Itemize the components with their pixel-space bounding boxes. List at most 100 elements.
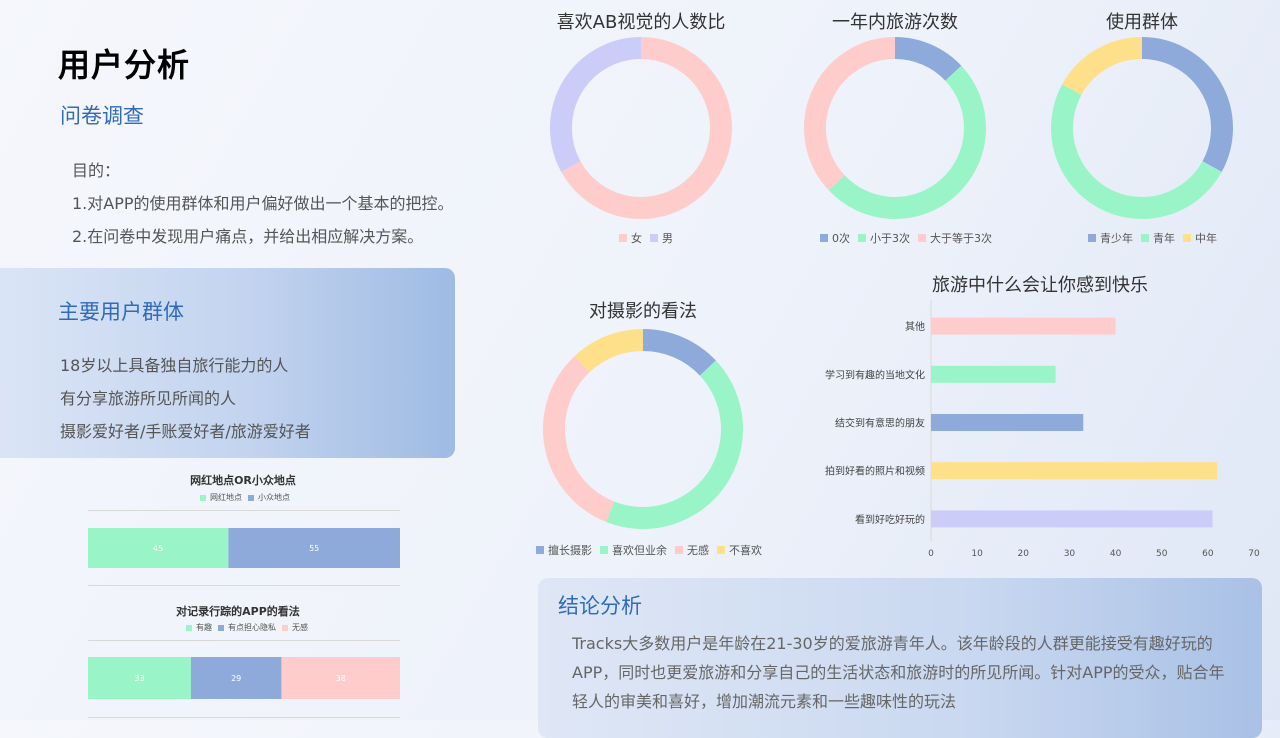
legend-label: 小众地点: [258, 493, 290, 502]
legend-item: 无感: [675, 542, 709, 558]
main-user-item: 摄影爱好者/手账爱好者/旅游爱好者: [60, 422, 311, 441]
donut-slice-青少年: [1141, 37, 1233, 172]
category-label: 其他: [905, 320, 925, 333]
donut-slice-不喜欢: [574, 329, 644, 373]
legend-swatch: [918, 234, 926, 242]
legend-swatch: [858, 234, 866, 242]
legend-label: 青少年: [1100, 232, 1133, 245]
legend-spots: 网红地点 小众地点: [200, 492, 290, 503]
legend-item: 0次: [820, 230, 850, 246]
goal-item: 2.在问卷中发现用户痛点，并给出相应解决方案。: [72, 227, 424, 246]
category-label: 学习到有趣的当地文化: [825, 368, 925, 381]
conclusion-line: APP，同时也更爱旅游和分享自己的生活状态和旅游时的所见所闻。针对APP的受众，…: [572, 663, 1225, 682]
category-label: 结交到有意思的朋友: [835, 417, 925, 430]
legend-swatch: [186, 624, 192, 631]
legend-swatch: [1088, 234, 1096, 242]
donut-slice-男: [550, 37, 642, 172]
legend-label: 小于3次: [870, 232, 910, 245]
donut-chart-gender: [550, 37, 732, 219]
donut-slice-小于3次: [828, 65, 986, 219]
conclusion-heading: 结论分析: [558, 594, 642, 618]
main-users-heading: 主要用户群体: [58, 300, 184, 324]
legend-label: 无感: [687, 544, 709, 557]
x-tick-label: 10: [971, 549, 983, 559]
bar-学习到有趣的当地文化: [931, 365, 1056, 383]
legend-label: 喜欢但业余: [612, 544, 667, 557]
legend-item: 青少年: [1088, 230, 1133, 246]
conclusion-line: Tracks大多数用户是年龄在21-30岁的爱旅游青年人。该年龄段的人群更能接受…: [572, 634, 1213, 653]
bar-拍到好看的照片和视频: [931, 462, 1218, 480]
data-label: 33: [134, 674, 144, 683]
goal-item: 1.对APP的使用群体和用户偏好做出一个基本的把控。: [72, 194, 454, 213]
legend-swatch: [218, 624, 224, 631]
legend-item: 喜欢但业余: [600, 542, 667, 558]
x-tick-label: 40: [1110, 549, 1122, 559]
bar-其他: [931, 317, 1116, 335]
goal-label: 目的：: [72, 161, 121, 180]
bar-结交到有意思的朋友: [931, 414, 1084, 431]
legend-label: 青年: [1153, 232, 1175, 245]
legend-label: 中年: [1195, 232, 1217, 245]
donut-slice-大于等于3次: [804, 37, 896, 191]
legend-label: 大于等于3次: [930, 232, 992, 245]
stacked-bar-spots: 45 55: [88, 510, 400, 586]
legend-item: 男: [650, 230, 673, 246]
legend-swatch: [1183, 234, 1191, 242]
bar-看到好吃好玩的: [931, 510, 1213, 528]
survey-heading: 问卷调查: [60, 104, 144, 128]
main-user-item: 有分享旅游所见所闻的人: [60, 389, 237, 408]
legend-item: 女: [619, 230, 642, 246]
conclusion-line: 轻人的审美和喜好，增加潮流元素和一些趣味性的玩法: [572, 692, 957, 711]
legend-swatch: [675, 546, 683, 554]
legend-label: 男: [662, 232, 673, 245]
donut-chart-groups: [1051, 37, 1233, 219]
legend-label: 不喜欢: [729, 544, 762, 557]
legend-tracking: 有趣 有点担心隐私 无感: [186, 622, 308, 633]
x-tick-label: 30: [1064, 549, 1076, 559]
legend-gender: 女 男: [619, 230, 673, 246]
chart-title-spots: 网红地点OR小众地点: [190, 474, 296, 487]
legend-item: 无感: [282, 622, 308, 633]
donut-slice-擅长摄影: [642, 329, 716, 376]
legend-item: 擅长摄影: [536, 542, 592, 558]
legend-swatch: [200, 494, 206, 501]
legend-swatch: [1141, 234, 1149, 242]
donut-slice-青年: [1051, 84, 1222, 219]
legend-item: 网红地点: [200, 492, 242, 503]
donut-slice-0次: [894, 37, 962, 82]
data-label: 45: [153, 544, 163, 553]
legend-item: 小于3次: [858, 230, 910, 246]
donut-slice-无感: [543, 356, 615, 522]
donut-chart-photo: [543, 329, 743, 529]
data-label: 38: [336, 674, 346, 683]
legend-swatch: [282, 624, 288, 631]
x-tick-label: 20: [1018, 549, 1030, 559]
category-label: 看到好吃好玩的: [855, 513, 925, 526]
donut-slice-喜欢但业余: [606, 360, 743, 529]
legend-swatch: [536, 546, 544, 554]
legend-label: 擅长摄影: [548, 544, 592, 557]
chart-title-tracking: 对记录行踪的APP的看法: [176, 605, 300, 618]
legend-groups: 青少年 青年 中年: [1088, 230, 1217, 246]
donut-slice-中年: [1062, 37, 1143, 96]
legend-label: 有趣: [196, 623, 212, 632]
conclusion-panel: [538, 578, 1262, 738]
legend-swatch: [820, 234, 828, 242]
legend-item: 青年: [1141, 230, 1175, 246]
legend-swatch: [619, 234, 627, 242]
legend-swatch: [650, 234, 658, 242]
donut-chart-trips: [804, 37, 986, 219]
legend-swatch: [248, 494, 254, 501]
legend-label: 女: [631, 232, 642, 245]
legend-label: 有点担心隐私: [228, 623, 276, 632]
stacked-bar-tracking: 33 29 38: [88, 640, 400, 718]
legend-item: 有趣: [186, 622, 212, 633]
x-tick-label: 60: [1202, 549, 1214, 559]
bar-chart-happy: 其他学习到有趣的当地文化结交到有意思的朋友拍到好看的照片和视频看到好吃好玩的 0 1…: [825, 300, 1260, 559]
legend-swatch: [600, 546, 608, 554]
legend-label: 无感: [292, 623, 308, 632]
chart-title-happy: 旅游中什么会让你感到快乐: [932, 275, 1148, 296]
main-user-item: 18岁以上具备独自旅行能力的人: [60, 356, 289, 375]
data-label: 55: [309, 544, 319, 553]
legend-item: 小众地点: [248, 492, 290, 503]
